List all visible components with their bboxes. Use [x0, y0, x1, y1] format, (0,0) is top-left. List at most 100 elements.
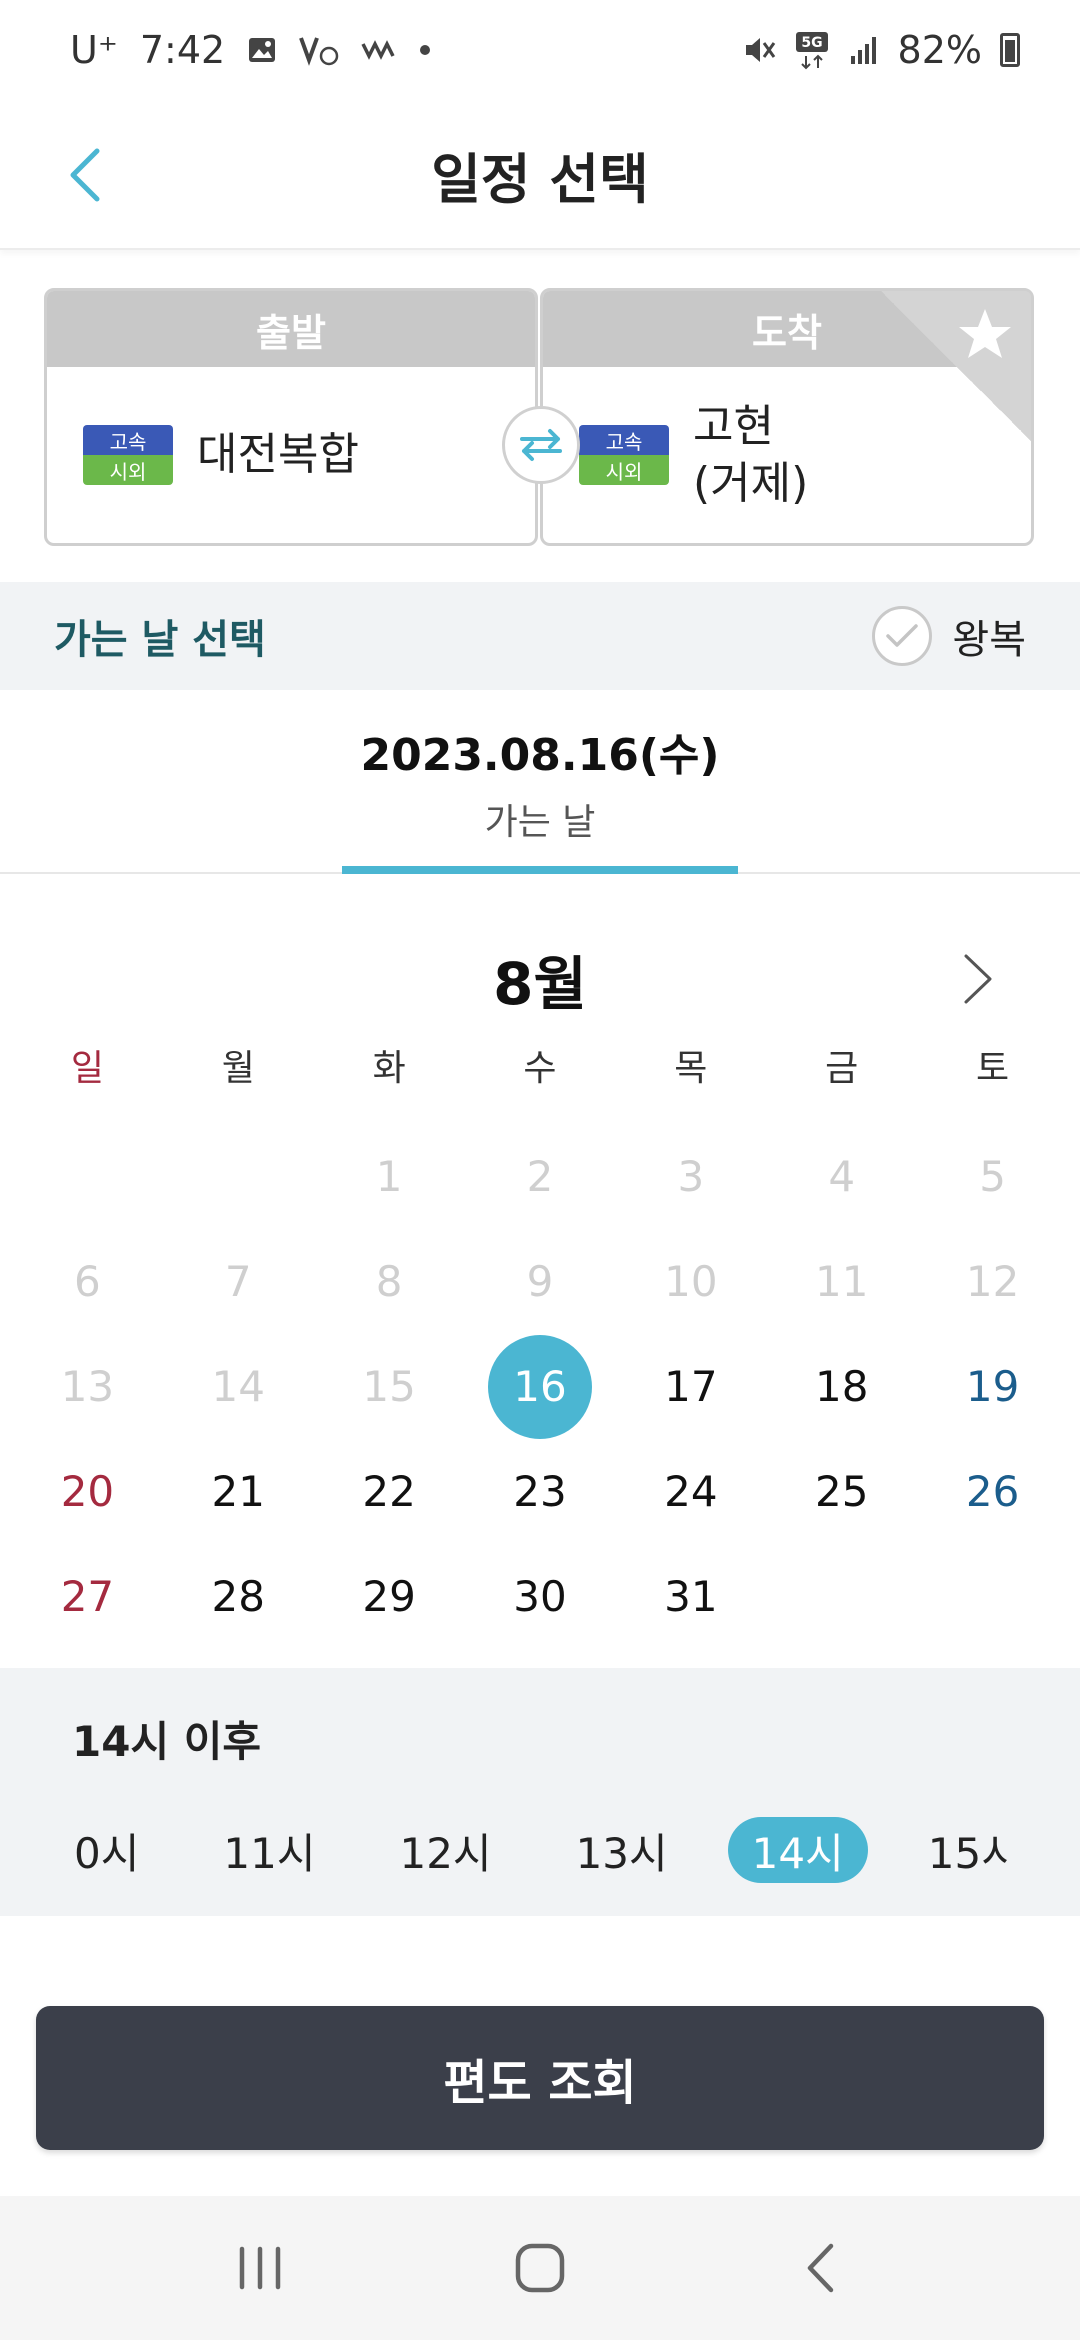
recent-apps-button[interactable]	[210, 2218, 310, 2318]
calendar-day[interactable]: 26	[917, 1439, 1068, 1544]
calendar-day: 5	[917, 1124, 1068, 1229]
selected-date: 2023.08.16(수)	[360, 730, 720, 781]
calendar-day-number: 21	[211, 1467, 265, 1516]
calendar-day-number: 3	[677, 1152, 705, 1201]
calendar-day-number: 19	[965, 1362, 1020, 1411]
calendar-empty-cell	[917, 1544, 1068, 1649]
next-month-button[interactable]	[948, 934, 1008, 1024]
calendar-day-number: 30	[513, 1572, 567, 1621]
swap-arrows-icon	[520, 429, 562, 461]
arrival-station-name: 고현	[693, 400, 774, 452]
calendar-day[interactable]: 21	[163, 1439, 314, 1544]
home-button[interactable]	[490, 2218, 590, 2318]
calendar-day[interactable]: 28	[163, 1544, 314, 1649]
roundtrip-toggle[interactable]: 왕복	[872, 606, 1026, 666]
calendar-day: 13	[12, 1334, 163, 1439]
calendar: 8월 일월화수목금토 1 2 3 4 5 6 7 8 9 10 11 12 13 14 15 16 17 18 19…	[0, 874, 1080, 1668]
calendar-day-number: 28	[211, 1572, 265, 1621]
check-icon	[886, 624, 919, 647]
calendar-day[interactable]: 22	[314, 1439, 465, 1544]
calendar-day: 12	[917, 1229, 1068, 1334]
calendar-day[interactable]: 30	[465, 1544, 616, 1649]
calendar-day[interactable]: 31	[615, 1544, 766, 1649]
calendar-day: 7	[163, 1229, 314, 1334]
calendar-day-number: 11	[814, 1257, 869, 1306]
badge-express: 고속	[579, 425, 669, 455]
mute-icon	[742, 33, 776, 67]
weekday-label: 수	[523, 1048, 557, 1089]
calendar-day: 11	[766, 1229, 917, 1334]
calendar-day: 10	[615, 1229, 766, 1334]
tab-departure-date[interactable]: 2023.08.16(수) 가는 날	[342, 690, 738, 874]
calendar-day[interactable]: 16	[465, 1334, 616, 1439]
calendar-empty-cell	[12, 1124, 163, 1229]
calendar-day-number: 25	[814, 1467, 869, 1516]
time-chip[interactable]: 11시	[199, 1817, 339, 1883]
back-nav-button[interactable]	[770, 2218, 870, 2318]
recent-apps-icon	[239, 2246, 281, 2290]
calendar-day[interactable]: 17	[615, 1334, 766, 1439]
calendar-day: 15	[314, 1334, 465, 1439]
calendar-day-number: 22	[362, 1467, 416, 1516]
calendar-day-number: 27	[60, 1572, 115, 1621]
back-button[interactable]	[50, 130, 120, 220]
page-title: 일정 선택	[431, 147, 649, 211]
calendar-day: 2	[465, 1124, 616, 1229]
time-chip-list[interactable]: 0시 11시 12시 13시 14시 15시	[50, 1810, 1010, 1890]
swap-route-button[interactable]	[502, 406, 580, 484]
departure-box[interactable]: 출발 고속 시외 대전복합	[44, 288, 538, 546]
time-chip[interactable]: 14시	[727, 1817, 868, 1883]
calendar-day[interactable]: 27	[12, 1544, 163, 1649]
calendar-day[interactable]: 18	[766, 1334, 917, 1439]
calendar-empty-cell	[163, 1124, 314, 1229]
calendar-day-number: 15	[362, 1362, 416, 1411]
calendar-day-number: 1	[375, 1152, 403, 1201]
calendar-day-number: 9	[526, 1257, 554, 1306]
departure-station: 대전복합	[197, 429, 359, 481]
calendar-day-number: 24	[664, 1467, 718, 1516]
chevron-right-icon	[964, 954, 992, 1004]
time-title: 14시 이후	[72, 1717, 261, 1766]
date-select-label: 가는 날 선택	[54, 617, 266, 663]
calendar-day[interactable]: 29	[314, 1544, 465, 1649]
battery-icon	[1000, 33, 1020, 67]
time-chip[interactable]: 0시	[50, 1817, 163, 1883]
time-chip[interactable]: 13시	[552, 1817, 692, 1883]
time-chip[interactable]: 12시	[375, 1817, 515, 1883]
departure-body: 고속 시외 대전복합	[47, 367, 535, 543]
weekday-label: 목	[674, 1048, 708, 1089]
route-card: 출발 고속 시외 대전복합 도착 고속 시외 고현 (거제)	[44, 288, 1036, 546]
calendar-day: 4	[766, 1124, 917, 1229]
calendar-day: 1	[314, 1124, 465, 1229]
network-type-icon: 5G	[794, 30, 830, 70]
weekday-label: 화	[372, 1048, 406, 1089]
weekday-label: 일	[70, 1048, 104, 1089]
date-tab-bar: 2023.08.16(수) 가는 날	[0, 690, 1080, 874]
voicemail-icon	[299, 34, 339, 66]
status-bar: U⁺ 7:42 5G 82%	[0, 0, 1080, 100]
calendar-day[interactable]: 25	[766, 1439, 917, 1544]
back-arrow-icon	[807, 2243, 834, 2293]
signal-wave-icon	[361, 40, 397, 60]
time-chip[interactable]: 15시	[904, 1817, 1010, 1883]
one-way-search-button[interactable]: 편도 조회	[36, 2006, 1044, 2150]
arrival-station: 고현 (거제)	[693, 398, 808, 512]
calendar-day[interactable]: 24	[615, 1439, 766, 1544]
calendar-day[interactable]: 19	[917, 1334, 1068, 1439]
calendar-day: 14	[163, 1334, 314, 1439]
calendar-day-number: 4	[828, 1152, 856, 1201]
roundtrip-checkbox[interactable]	[872, 606, 933, 666]
app-header: 일정 선택	[0, 100, 1080, 250]
calendar-day: 8	[314, 1229, 465, 1334]
calendar-day[interactable]: 23	[465, 1439, 616, 1544]
clock: 7:42	[139, 28, 226, 72]
status-left: U⁺ 7:42	[70, 28, 431, 72]
calendar-day[interactable]: 20	[12, 1439, 163, 1544]
calendar-day-number: 12	[965, 1257, 1020, 1306]
calendar-day-number: 10	[664, 1257, 718, 1306]
svg-text:5G: 5G	[801, 35, 822, 51]
calendar-day-number: 6	[74, 1257, 101, 1306]
month-row: 8월	[0, 934, 1080, 1024]
arrival-box[interactable]: 도착 고속 시외 고현 (거제)	[540, 288, 1034, 546]
calendar-day-number: 14	[211, 1362, 265, 1411]
